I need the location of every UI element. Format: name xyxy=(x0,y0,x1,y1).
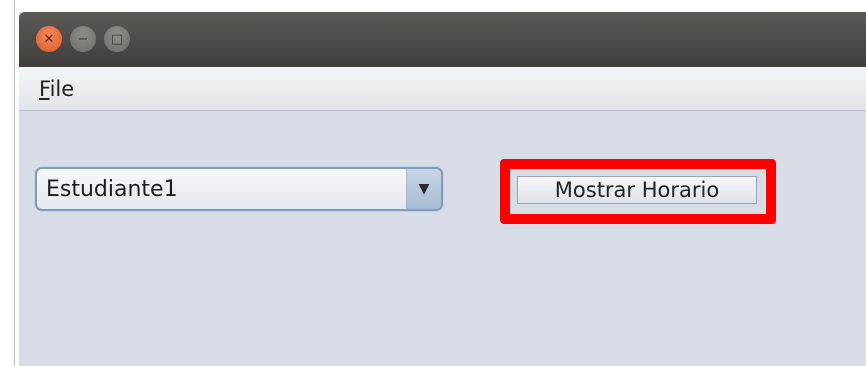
maximize-icon[interactable]: □ xyxy=(104,26,130,52)
minimize-icon[interactable]: − xyxy=(70,26,96,52)
menu-file-mnemonic: F xyxy=(39,77,50,101)
chevron-down-icon: ▼ xyxy=(418,181,430,197)
show-schedule-button[interactable]: Mostrar Horario xyxy=(517,176,757,204)
menu-file-label: ile xyxy=(49,77,75,101)
app-window: ✕ − □ File Estudiante1 ▼ Mostrar Horario xyxy=(19,12,866,366)
title-bar: ✕ − □ xyxy=(19,12,866,67)
content-panel: Estudiante1 ▼ Mostrar Horario xyxy=(19,111,866,366)
menu-bar: File xyxy=(19,67,866,111)
page-edge-line xyxy=(14,0,15,366)
menu-file[interactable]: File xyxy=(39,77,74,101)
close-icon[interactable]: ✕ xyxy=(36,26,62,52)
student-select[interactable]: Estudiante1 ▼ xyxy=(35,167,443,211)
student-select-value: Estudiante1 xyxy=(46,177,178,202)
student-select-dropdown-button[interactable]: ▼ xyxy=(406,169,441,209)
